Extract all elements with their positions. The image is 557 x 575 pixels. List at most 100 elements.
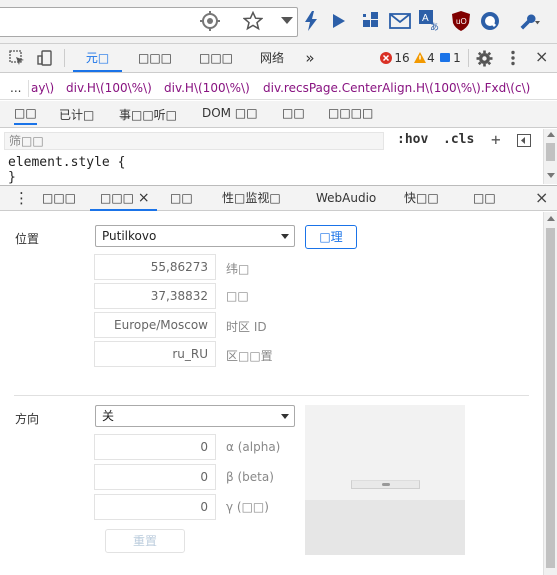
subtab-computed[interactable]: 已计□ — [59, 106, 94, 123]
wrench-icon[interactable] — [518, 10, 540, 32]
chevron-down-icon — [281, 414, 289, 419]
svg-text:あ: あ — [430, 22, 439, 32]
drawer-tab-performance-monitor[interactable]: 性□监视□ — [222, 186, 281, 211]
drawer-tab-strip: ⋮ □□□ □□□ × □□ 性□监视□ WebAudio 快□□ □□ × — [0, 185, 557, 211]
target-icon[interactable] — [199, 10, 221, 32]
subtab-styles[interactable]: □□ — [14, 106, 37, 125]
location-label: 位置 — [15, 232, 40, 246]
device-toolbar-icon[interactable] — [37, 50, 53, 69]
latitude-field[interactable]: 55,86273 — [94, 254, 216, 280]
inspect-element-icon[interactable] — [9, 50, 25, 69]
tab-network[interactable]: 网络 — [255, 44, 289, 72]
longitude-label: □□ — [226, 289, 249, 303]
alpha-field[interactable]: 0 — [94, 434, 216, 460]
timezone-field[interactable]: Europe/Moscow — [94, 312, 216, 338]
kebab-menu-icon[interactable] — [511, 50, 515, 69]
section-divider — [14, 395, 529, 396]
scroll-up-icon[interactable] — [547, 132, 555, 137]
dropdown-icon[interactable] — [276, 10, 298, 32]
warning-count[interactable]: 4 — [426, 44, 436, 72]
gamma-field[interactable]: 0 — [94, 494, 216, 520]
orientation-select[interactable]: 关 — [95, 405, 295, 427]
styles-filter-row: 筛□□ :hov .cls + — [0, 129, 540, 153]
latitude-label: 纬□ — [226, 262, 250, 276]
drawer-tab-animations[interactable]: □□ — [170, 186, 193, 211]
alpha-label: α (alpha) — [226, 440, 281, 454]
elements-subtabs: □□ 已计□ 事□□听□ DOM □□ □□ □□□□ — [0, 101, 557, 128]
element-style-rule[interactable]: element.style { — [8, 155, 125, 170]
scroll-up-icon[interactable] — [547, 216, 555, 221]
extensions-icon[interactable] — [360, 10, 382, 32]
scroll-down-icon[interactable] — [547, 173, 555, 178]
reset-orientation-button[interactable]: 重置 — [105, 529, 185, 553]
tab-console[interactable]: □□□ — [132, 44, 178, 72]
orientation-select-value: 关 — [102, 409, 115, 423]
breadcrumb: ... ay\) div.H\(100\%\) div.H\(100\%\) d… — [0, 78, 557, 100]
divider — [64, 49, 65, 67]
longitude-field[interactable]: 37,38832 — [94, 283, 216, 309]
beta-field[interactable]: 0 — [94, 464, 216, 490]
drawer-tab-search[interactable]: □□ — [473, 186, 496, 211]
devtools-tab-strip: 元□ □□□ □□□ 网络 » 16 4 1 × — [0, 44, 557, 73]
drawer-menu-icon[interactable]: ⋮ — [14, 186, 29, 211]
breadcrumb-item[interactable]: div.H\(100\%\) — [66, 81, 152, 95]
ublock-icon[interactable]: uO — [450, 10, 472, 32]
sensors-panel: 位置 Putilkovo □理 55,86273 纬□ 37,38832 □□ … — [0, 212, 543, 575]
subtab-properties[interactable]: □□ — [282, 106, 305, 120]
scroll-thumb[interactable] — [546, 228, 555, 568]
chevron-down-icon — [281, 234, 289, 239]
subtab-accessibility[interactable]: □□□□ — [328, 106, 373, 120]
close-tab-icon[interactable]: × — [138, 190, 150, 206]
browser-toolbar: Aあ uO — [0, 0, 557, 44]
error-icon — [380, 52, 392, 64]
drawer-tab-console[interactable]: □□□ — [42, 186, 76, 211]
location-select[interactable]: Putilkovo — [95, 225, 295, 247]
drawer-tab-snippets[interactable]: 快□□ — [404, 186, 439, 211]
close-devtools-icon[interactable]: × — [535, 47, 548, 66]
svg-text:uO: uO — [456, 17, 467, 26]
timezone-label: 时区 ID — [226, 320, 267, 334]
breadcrumb-ellipsis[interactable]: ... — [10, 81, 21, 95]
compass-icon[interactable] — [479, 10, 501, 32]
sensors-scrollbar[interactable] — [543, 212, 557, 575]
subtab-dom-breakpoints[interactable]: DOM □□ — [202, 106, 258, 120]
svg-text:A: A — [422, 13, 429, 24]
locale-label: 区□□置 — [226, 349, 273, 363]
gamma-label: γ (□□) — [226, 500, 269, 514]
message-icon — [440, 53, 450, 62]
divider — [28, 80, 29, 97]
drawer-tab-sensors[interactable]: □□□ × — [90, 186, 157, 211]
tab-elements[interactable]: 元□ — [73, 44, 122, 72]
more-tabs-button[interactable]: » — [302, 44, 318, 72]
drawer-tab-webaudio[interactable]: WebAudio — [316, 186, 376, 211]
styles-scrollbar[interactable] — [543, 129, 557, 184]
hov-toggle[interactable]: :hov — [397, 132, 428, 147]
orientation-floor — [305, 500, 465, 555]
play-icon[interactable] — [328, 10, 350, 32]
breadcrumb-item[interactable]: div.recsPage.CenterAlign.H\(100\%\).Fxd\… — [263, 81, 530, 95]
lightning-icon[interactable] — [300, 10, 322, 32]
manage-locations-button[interactable]: □理 — [305, 225, 357, 249]
locale-field[interactable]: ru_RU — [94, 341, 216, 367]
subtab-event-listeners[interactable]: 事□□听□ — [119, 106, 177, 123]
error-count[interactable]: 16 — [393, 44, 411, 72]
message-count[interactable]: 1 — [452, 44, 462, 72]
orientation-visualizer[interactable] — [305, 405, 465, 555]
star-icon[interactable] — [242, 10, 264, 32]
device-model[interactable] — [351, 480, 420, 489]
element-style-close: } — [8, 170, 16, 185]
drawer-tab-sensors-label: □□□ — [100, 191, 135, 205]
mail-icon[interactable] — [389, 10, 411, 32]
breadcrumb-item[interactable]: div.H\(100\%\) — [164, 81, 250, 95]
gear-icon[interactable] — [476, 50, 493, 70]
new-style-rule-button[interactable]: + — [491, 130, 501, 149]
breadcrumb-item[interactable]: ay\) — [31, 81, 54, 95]
location-select-value: Putilkovo — [102, 229, 157, 243]
styles-filter-input[interactable]: 筛□□ — [4, 132, 384, 150]
scroll-thumb[interactable] — [546, 143, 555, 161]
cls-toggle[interactable]: .cls — [443, 132, 474, 147]
tab-sources[interactable]: □□□ — [193, 44, 239, 72]
translate-icon[interactable]: Aあ — [419, 10, 441, 32]
toggle-sidebar-icon[interactable] — [517, 134, 531, 147]
close-drawer-icon[interactable]: × — [535, 188, 548, 207]
